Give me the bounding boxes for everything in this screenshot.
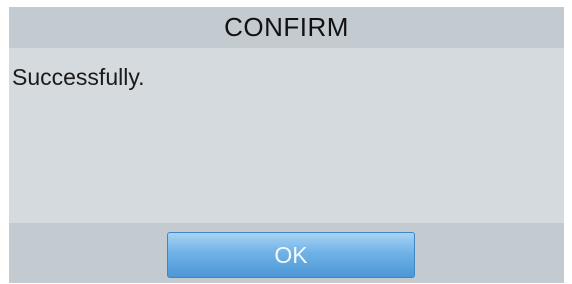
dialog-content: Successfully. [9, 48, 564, 223]
ok-button[interactable]: OK [167, 232, 415, 278]
dialog-title: CONFIRM [224, 12, 349, 42]
dialog-footer: OK [9, 223, 564, 283]
ok-button-label: OK [274, 241, 308, 268]
dialog-title-bar: CONFIRM [9, 7, 564, 48]
dialog-message: Successfully. [12, 64, 145, 90]
confirm-dialog: CONFIRM Successfully. OK [9, 7, 564, 283]
